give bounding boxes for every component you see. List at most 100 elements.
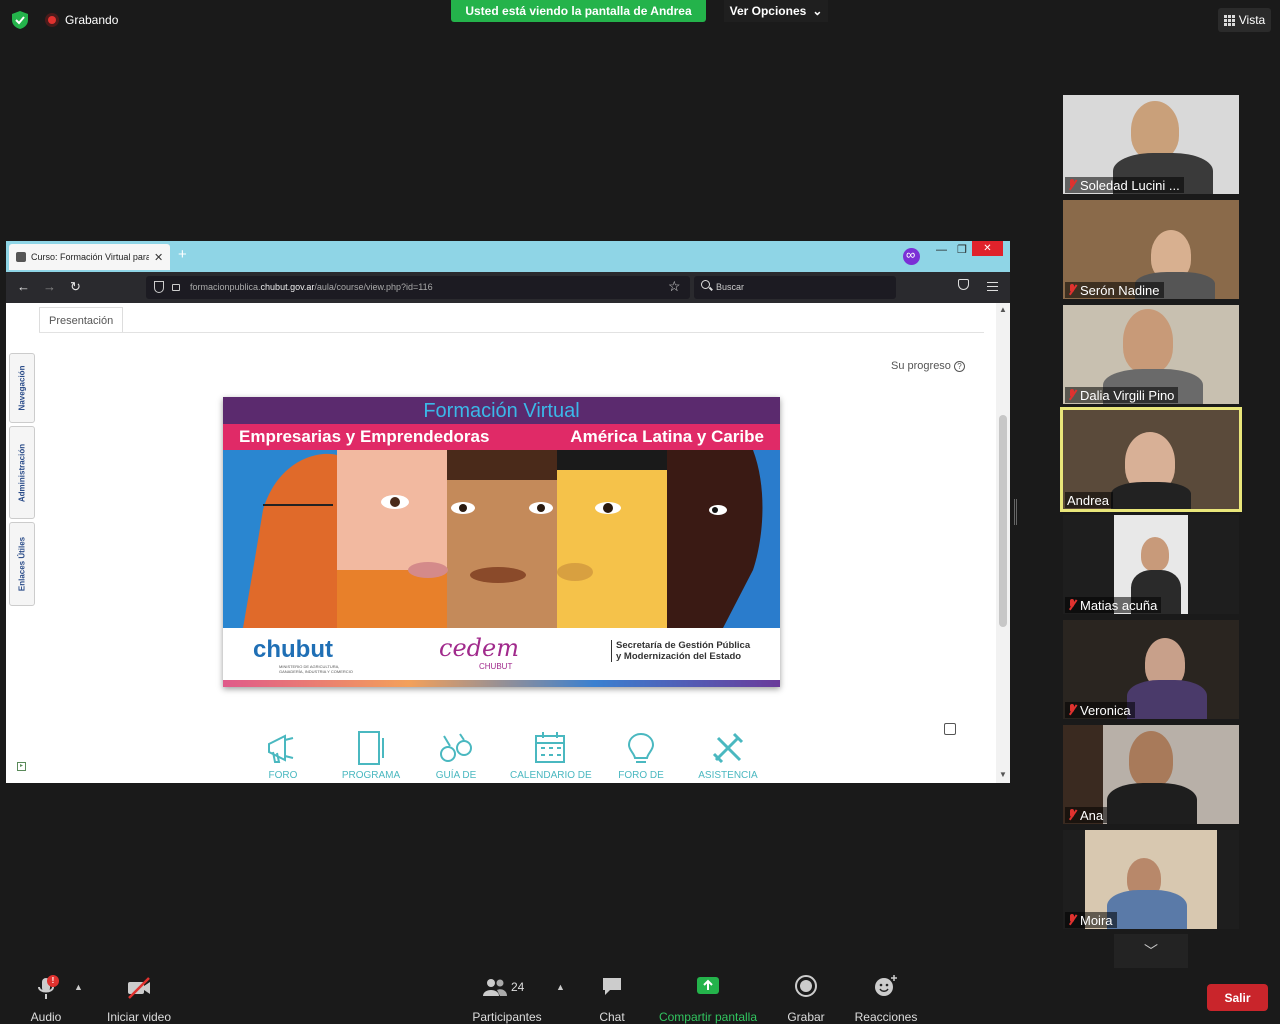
participants-icon: 24 <box>483 974 531 1000</box>
participants-button[interactable]: 24 Participantes <box>470 974 544 1024</box>
scroll-up-icon[interactable]: ▲ <box>999 305 1007 314</box>
muted-mic-icon <box>1067 599 1077 611</box>
search-input[interactable]: Buscar <box>694 276 896 299</box>
minimize-icon[interactable]: — <box>936 244 947 256</box>
record-icon <box>795 974 817 1000</box>
participant-name-bar: Dalia Virgili Pino <box>1065 387 1179 403</box>
participant-tile[interactable]: Dalia Virgili Pino <box>1063 305 1239 404</box>
video-off-icon <box>126 974 152 1000</box>
participant-tile[interactable]: Veronica <box>1063 620 1239 719</box>
bookmark-star-icon[interactable]: ☆ <box>668 278 681 295</box>
muted-mic-icon <box>1067 809 1077 821</box>
audio-button[interactable]: Audio <box>20 974 72 1024</box>
record-button[interactable]: Grabar <box>784 974 828 1024</box>
favicon-icon <box>16 252 26 262</box>
help-icon[interactable]: ? <box>954 360 965 372</box>
course-link-label: PROGRAMA <box>341 770 401 781</box>
viewing-screen-banner: Usted está viendo la pantalla de Andrea <box>451 0 706 22</box>
muted-mic-icon <box>1067 284 1077 296</box>
view-label: Vista <box>1238 13 1266 27</box>
participant-name-bar: Andrea <box>1065 492 1113 508</box>
course-link-asistencia[interactable]: ASISTENCIA <box>688 728 768 781</box>
leave-button[interactable]: Salir <box>1207 984 1268 1011</box>
meeting-controls: Audio ▲ Iniciar video 24 Participantes ▲… <box>0 968 1280 1024</box>
side-tab-enlaces[interactable]: Enlaces Útiles <box>9 522 35 606</box>
participant-name-bar: Matias acuña <box>1065 597 1162 613</box>
muted-mic-icon <box>1067 914 1077 926</box>
forward-icon[interactable]: → <box>43 279 56 294</box>
grid-view-icon <box>1223 14 1235 26</box>
close-tab-icon[interactable]: ✕ <box>154 251 163 264</box>
chevron-down-icon: ⌄ <box>812 4 823 18</box>
course-link-foro[interactable]: FORO <box>243 728 323 781</box>
share-screen-button[interactable]: Compartir pantalla <box>656 974 760 1024</box>
audio-options-caret-icon[interactable]: ▲ <box>74 982 83 992</box>
lock-icon[interactable] <box>172 284 180 291</box>
chat-label: Chat <box>599 1010 625 1024</box>
browser-tab[interactable]: Curso: Formación Virtual para E ✕ <box>9 244 170 270</box>
reactions-button[interactable]: Reacciones <box>852 974 920 1024</box>
audio-label: Audio <box>30 1010 62 1024</box>
participant-name-bar: Veronica <box>1065 702 1135 718</box>
secretaria-logo: Secretaría de Gestión Pública y Moderniz… <box>611 640 750 662</box>
scroll-down-icon[interactable]: ▼ <box>999 770 1007 779</box>
view-button[interactable]: Vista <box>1218 8 1271 32</box>
browser-toolbar: ← → ↻ formacionpublica.chubut.gov.ar/aul… <box>6 272 1010 303</box>
participant-tile[interactable]: Matias acuña <box>1063 515 1239 614</box>
logo-chubut: chubut <box>253 636 333 663</box>
participant-tile-active-speaker[interactable]: Andrea <box>1060 407 1242 512</box>
window-close-icon[interactable]: ✕ <box>972 241 1003 256</box>
side-tab-administracion[interactable]: Administración <box>9 426 35 519</box>
tracking-shield-icon[interactable] <box>154 281 164 293</box>
view-options-button[interactable]: Ver Opciones ⌄ <box>724 0 828 22</box>
back-icon[interactable]: ← <box>17 279 30 294</box>
start-video-button[interactable]: Iniciar video <box>104 974 174 1024</box>
banner-subtitle-left: Empresarias y Emprendedoras <box>239 427 490 446</box>
side-tab-navegacion[interactable]: Navegación <box>9 353 35 423</box>
muted-mic-icon <box>1067 179 1077 191</box>
maximize-icon[interactable]: ❐ <box>957 243 967 256</box>
smiley-icon <box>874 974 898 1000</box>
recording-icon <box>45 13 59 27</box>
course-icon-row: FORO PROGRAMA GUÍA DE CALENDARIO DE FORO… <box>246 728 766 783</box>
course-page: Presentación Navegación Administración E… <box>6 303 1010 783</box>
participants-count: 24 <box>511 980 525 994</box>
course-link-foro-de[interactable]: FORO DE <box>601 728 681 781</box>
scrollbar-thumb[interactable] <box>999 415 1007 627</box>
reload-icon[interactable]: ↻ <box>70 279 81 295</box>
menu-icon[interactable] <box>987 282 998 291</box>
course-link-calendario[interactable]: CALENDARIO DE <box>510 728 592 781</box>
lightbulb-icon <box>627 732 655 763</box>
participant-tile[interactable]: Serón Nadine <box>1063 200 1239 299</box>
completion-checkbox[interactable] <box>944 723 956 735</box>
course-link-guia[interactable]: GUÍA DE <box>416 728 496 781</box>
participant-tile[interactable]: Soledad Lucini ... <box>1063 95 1239 194</box>
participants-label: Participantes <box>472 1010 542 1024</box>
banner-bottom-strip <box>223 680 780 687</box>
course-link-programa[interactable]: PROGRAMA <box>331 728 411 781</box>
progress-indicator: Su progreso ? <box>891 360 965 372</box>
share-screen-icon <box>696 974 720 1000</box>
logo-cedem: cedem <box>439 634 519 662</box>
split-view-handle[interactable] <box>1014 499 1017 525</box>
chat-button[interactable]: Chat <box>594 974 630 1024</box>
address-bar[interactable]: formacionpublica.chubut.gov.ar/aula/cour… <box>146 276 690 299</box>
tab-divider <box>39 332 984 333</box>
dock-block-icon[interactable]: ▸ <box>17 762 26 771</box>
course-banner: Formación Virtual Empresarias y Emprende… <box>223 397 780 687</box>
participants-options-caret-icon[interactable]: ▲ <box>556 982 565 992</box>
participant-name-bar: Serón Nadine <box>1065 282 1164 298</box>
new-tab-icon[interactable]: + <box>178 246 187 263</box>
tab-presentacion[interactable]: Presentación <box>39 307 124 333</box>
pocket-icon[interactable] <box>958 279 969 290</box>
participant-tile[interactable]: Ana <box>1063 725 1239 824</box>
chevron-down-icon[interactable]: ﹀ <box>1114 934 1188 968</box>
participant-tile[interactable]: Moira <box>1063 830 1239 929</box>
recording-label: Grabando <box>65 13 119 27</box>
tools-icon <box>712 732 744 764</box>
record-label: Grabar <box>787 1010 825 1024</box>
security-shield-icon[interactable] <box>12 11 28 29</box>
course-link-label: ASISTENCIA <box>698 770 758 781</box>
muted-mic-icon <box>1067 389 1077 401</box>
banner-subtitle-right: América Latina y Caribe <box>570 427 764 446</box>
